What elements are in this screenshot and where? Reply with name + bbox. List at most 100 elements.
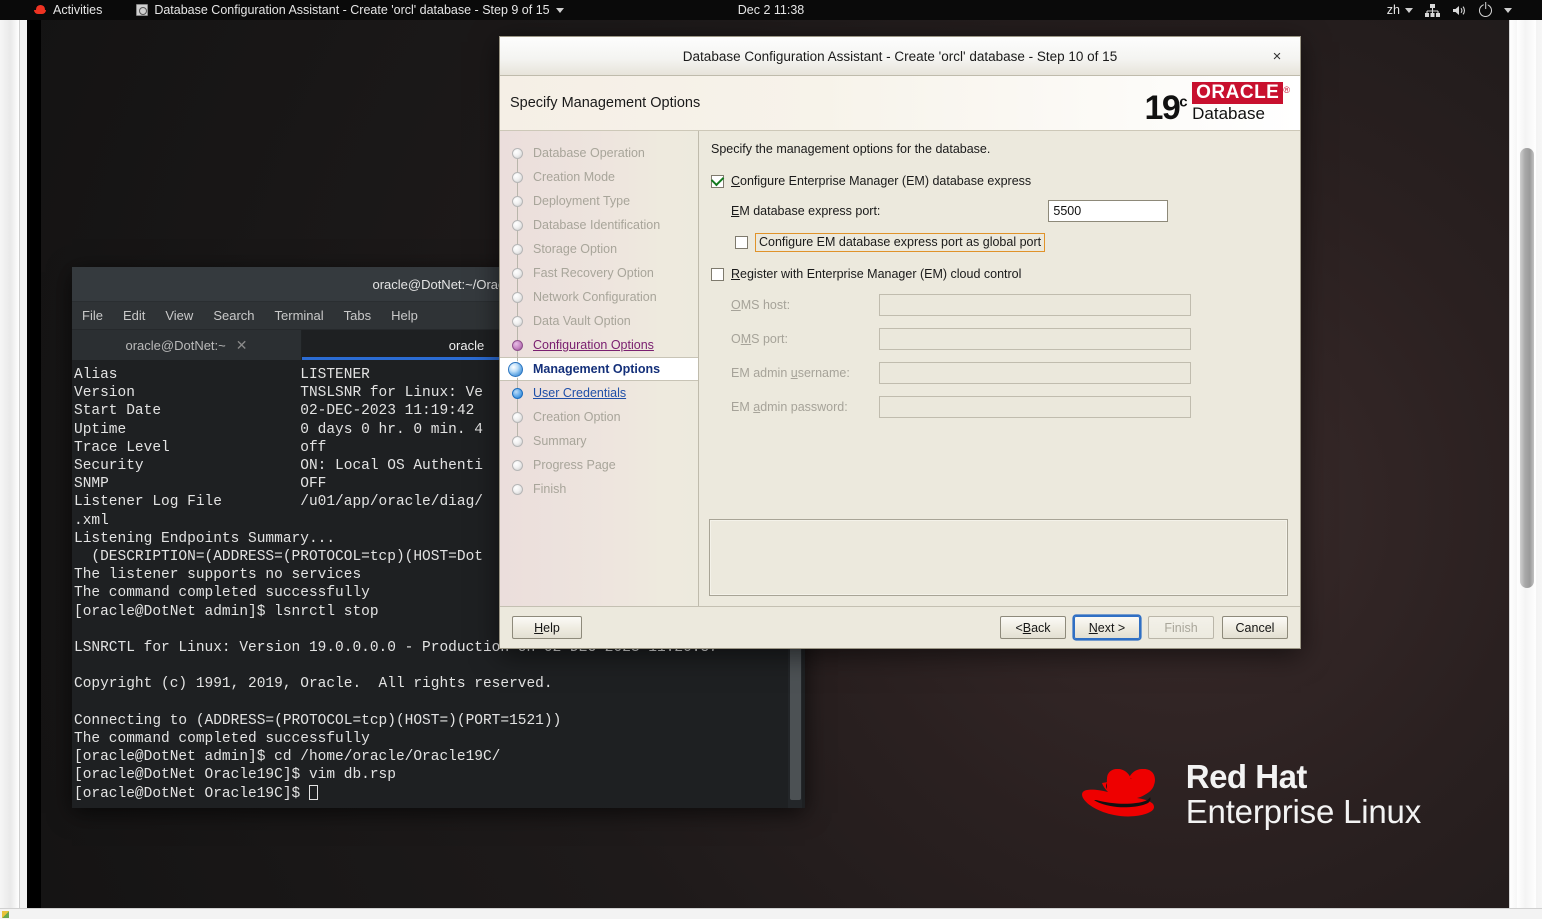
app-menu-button[interactable]: Database Configuration Assistant - Creat…	[128, 0, 571, 20]
cancel-button-label: Cancel	[1235, 620, 1275, 635]
oms-host-row: OMS host:	[731, 294, 1288, 316]
next-button[interactable]: Next >	[1074, 616, 1140, 639]
menu-search[interactable]: Search	[213, 308, 254, 323]
step-bullet-icon	[512, 339, 523, 351]
menu-tabs[interactable]: Tabs	[344, 308, 371, 323]
language-indicator[interactable]: zh	[1387, 3, 1413, 17]
em-port-input[interactable]	[1048, 200, 1169, 222]
desktop-left-edge	[27, 0, 41, 908]
cancel-button[interactable]: Cancel	[1222, 616, 1288, 639]
page-title: Specify Management Options	[510, 95, 701, 111]
volume-icon[interactable]	[1452, 4, 1467, 17]
oms-port-row: OMS port:	[731, 328, 1288, 350]
system-tray[interactable]: zh	[1387, 0, 1512, 20]
sidebar-item-label: Progress Page	[533, 458, 616, 472]
activities-button[interactable]: Activities	[26, 0, 110, 20]
global-port-row[interactable]: Configure EM database express port as gl…	[735, 233, 1288, 252]
network-icon[interactable]	[1425, 3, 1440, 17]
left-gutter	[0, 0, 20, 908]
em-admin-password-input[interactable]	[879, 396, 1191, 418]
sidebar-item-summary[interactable]: Summary	[500, 429, 698, 453]
sidebar-item-network-configuration[interactable]: Network Configuration	[500, 285, 698, 309]
dbca-dialog[interactable]: Database Configuration Assistant - Creat…	[499, 36, 1301, 649]
chevron-down-icon	[1405, 7, 1413, 13]
terminal-tab-1-label: oracle@DotNet:~	[125, 337, 226, 353]
vnc-viewport: Red Hat Enterprise Linux oracle@DotNet:~…	[0, 0, 1542, 919]
help-button[interactable]: Help	[512, 616, 582, 639]
step-bullet-icon	[512, 171, 523, 183]
oracle-name: ORACLE	[1192, 82, 1284, 104]
page-scrollbar-thumb[interactable]	[1520, 148, 1534, 588]
dialog-body: Database Operation Creation Mode Deploym…	[500, 131, 1300, 606]
sidebar-item-label: Summary	[533, 434, 587, 448]
em-admin-username-input[interactable]	[879, 362, 1191, 384]
dialog-header: Specify Management Options 19c ORACLE ® D…	[500, 76, 1300, 131]
step-bullet-icon	[508, 361, 523, 377]
redhat-wordmark: Red Hat Enterprise Linux	[1185, 758, 1421, 830]
em-express-row[interactable]: Configure Enterprise Manager (EM) databa…	[711, 174, 1288, 188]
sidebar-item-label: Creation Option	[533, 410, 621, 424]
step-bullet-icon	[512, 411, 523, 423]
em-express-checkbox[interactable]	[711, 174, 724, 188]
panel-description: Specify the management options for the d…	[711, 142, 991, 156]
registered-icon: ®	[1283, 84, 1290, 95]
oms-host-input[interactable]	[879, 294, 1191, 316]
menu-terminal[interactable]: Terminal	[275, 308, 324, 323]
dialog-titlebar[interactable]: Database Configuration Assistant - Creat…	[500, 37, 1300, 76]
language-label: zh	[1386, 3, 1400, 17]
em-port-row[interactable]: EM database express port:	[731, 200, 1288, 222]
oracle-version-suffix: c	[1179, 94, 1187, 112]
close-icon[interactable]: ✕	[236, 337, 248, 354]
sidebar-item-label: Management Options	[533, 362, 661, 376]
sidebar-item-progress-page[interactable]: Progress Page	[500, 453, 698, 477]
global-port-label: Configure EM database express port as gl…	[759, 235, 1042, 249]
close-icon[interactable]: ×	[1268, 47, 1286, 65]
menu-help[interactable]: Help	[391, 308, 418, 323]
oms-port-input[interactable]	[879, 328, 1191, 350]
power-icon[interactable]	[1479, 3, 1492, 17]
sidebar-item-label: Configuration Options	[533, 338, 654, 352]
sidebar-item-fast-recovery-option[interactable]: Fast Recovery Option	[500, 261, 698, 285]
sidebar-item-creation-option[interactable]: Creation Option	[500, 405, 698, 429]
sidebar-item-storage-option[interactable]: Storage Option	[500, 237, 698, 261]
oracle-version-number: 19	[1144, 89, 1180, 128]
menu-edit[interactable]: Edit	[123, 308, 145, 323]
sidebar-item-database-identification[interactable]: Database Identification	[500, 213, 698, 237]
oracle-logo: 19c ORACLE ® Database	[1144, 82, 1290, 128]
step-bullet-icon	[512, 459, 523, 471]
step-bullet-icon	[512, 147, 523, 159]
global-port-checkbox[interactable]	[735, 236, 748, 249]
menu-file[interactable]: File	[82, 308, 103, 323]
sidebar-item-label: Deployment Type	[533, 194, 631, 208]
redhat-line1: Red Hat	[1185, 758, 1308, 796]
oracle-product: Database	[1192, 104, 1265, 123]
step-bullet-icon	[512, 435, 523, 447]
oracle-wordmark: ORACLE ® Database	[1192, 82, 1290, 124]
em-admin-username-row: EM admin username:	[731, 362, 1288, 384]
sidebar-item-management-options[interactable]: Management Options	[500, 357, 698, 381]
finish-button-label: Finish	[1164, 620, 1198, 635]
cloud-control-row[interactable]: Register with Enterprise Manager (EM) cl…	[711, 267, 1288, 281]
gnome-topbar[interactable]: Activities Database Configuration Assist…	[0, 0, 1542, 20]
terminal-cursor	[308, 784, 318, 800]
sidebar-item-data-vault-option[interactable]: Data Vault Option	[500, 309, 698, 333]
terminal-tab-2-label: oracle	[448, 337, 485, 353]
terminal-tab-1[interactable]: oracle@DotNet:~ ✕	[72, 330, 302, 360]
step-bullet-icon	[512, 195, 523, 207]
sidebar-item-configuration-options[interactable]: Configuration Options	[500, 333, 698, 357]
global-port-focus-ring: Configure EM database express port as gl…	[755, 233, 1046, 252]
sidebar-item-user-credentials[interactable]: User Credentials	[500, 381, 698, 405]
menu-view[interactable]: View	[165, 308, 193, 323]
cloud-control-checkbox[interactable]	[711, 267, 724, 281]
sidebar-item-finish[interactable]: Finish	[500, 477, 698, 501]
sidebar-item-label: Storage Option	[533, 242, 618, 256]
back-button[interactable]: < Back	[1000, 616, 1066, 639]
activities-label: Activities	[53, 3, 103, 17]
chevron-down-icon[interactable]	[1504, 7, 1512, 13]
sidebar-item-database-operation[interactable]: Database Operation	[500, 141, 698, 165]
clock[interactable]: Dec 2 11:38	[738, 3, 804, 17]
sidebar-item-creation-mode[interactable]: Creation Mode	[500, 165, 698, 189]
sidebar-item-deployment-type[interactable]: Deployment Type	[500, 189, 698, 213]
finish-button[interactable]: Finish	[1148, 616, 1214, 639]
status-indicator-icon	[2, 911, 9, 918]
